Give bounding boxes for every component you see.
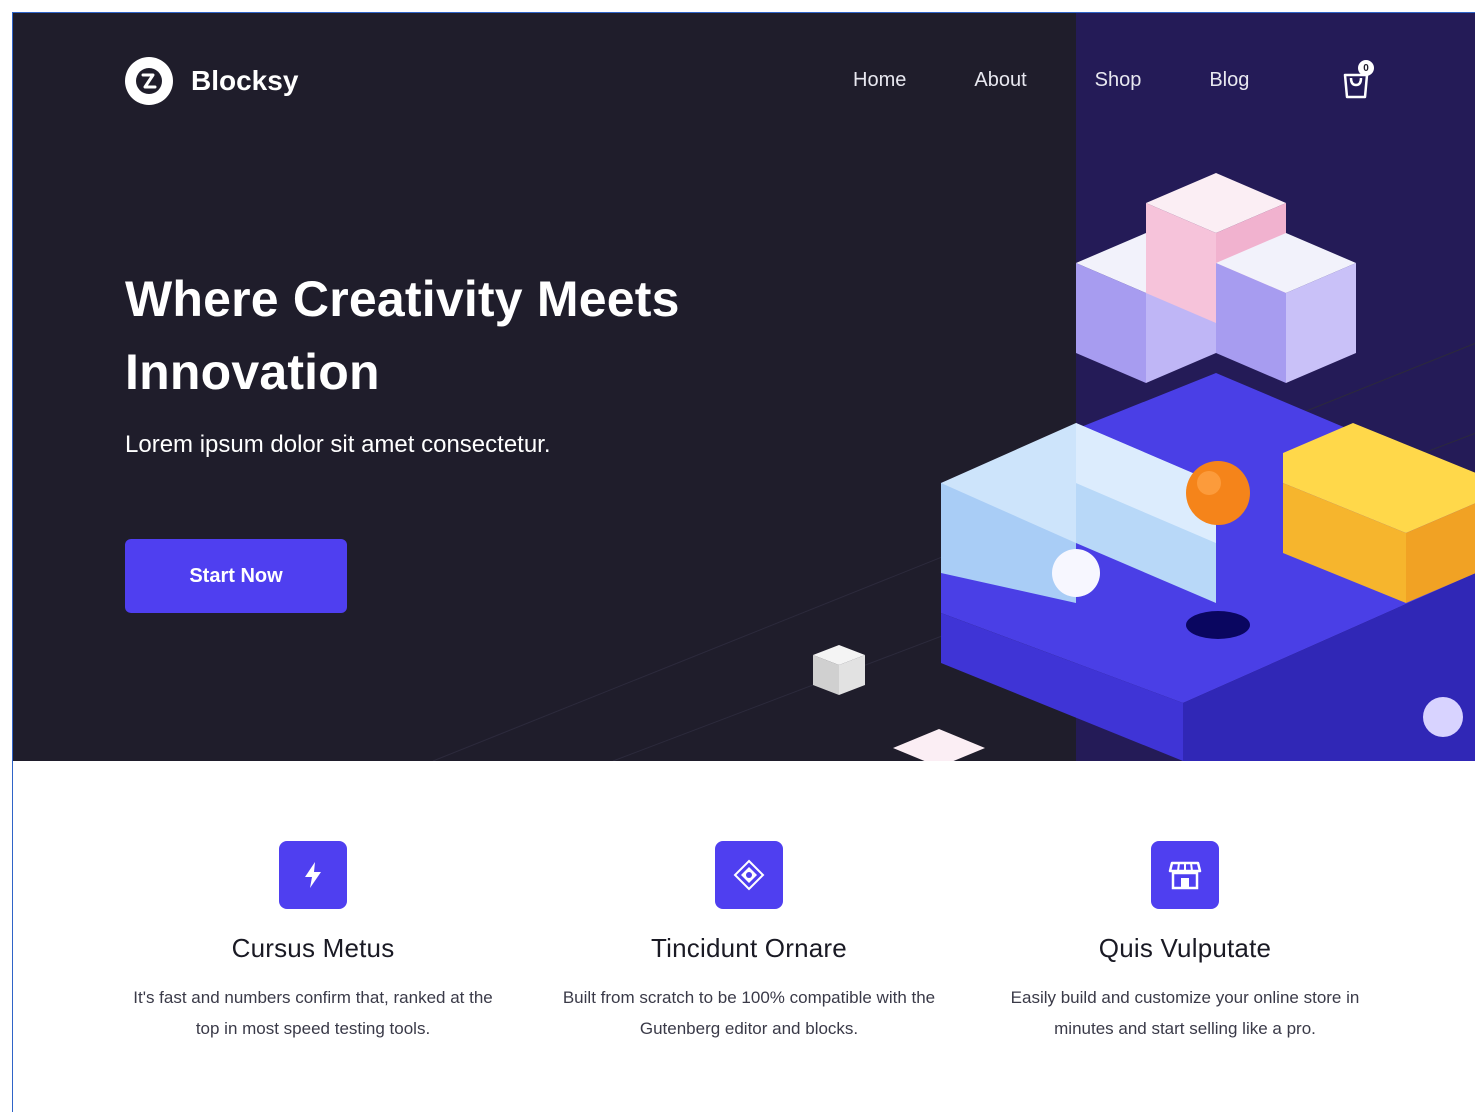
nav-item-shop[interactable]: Shop [1095,69,1142,92]
hero-section: Blocksy Home About Shop Blog 0 Where Cre… [13,13,1475,761]
nav-item-about[interactable]: About [974,69,1026,92]
cart-count-badge: 0 [1358,60,1374,76]
feature-title: Cursus Metus [231,933,395,963]
isometric-blocks-illustration [813,173,1475,761]
nav-item-blog[interactable]: Blog [1209,69,1249,92]
feature-card-1: Cursus Metus It's fast and numbers confi… [123,841,503,1044]
page-frame: Blocksy Home About Shop Blog 0 Where Cre… [12,12,1475,1112]
blocksy-logo-icon [125,57,173,105]
feature-card-3: Quis Vulputate Easily build and customiz… [995,841,1375,1044]
brand-name: Blocksy [191,65,299,96]
main-nav: Home About Shop Blog [853,69,1317,92]
start-now-button[interactable]: Start Now [125,539,347,613]
brand[interactable]: Blocksy [125,57,298,105]
feature-title: Tincidunt Ornare [651,933,847,963]
feature-text: Built from scratch to be 100% compatible… [562,988,936,1038]
nav-item-home[interactable]: Home [853,69,906,92]
storefront-icon [1151,841,1219,909]
hero-headline: Where Creativity Meets Innovation [125,271,680,400]
feature-title: Quis Vulputate [1098,933,1272,963]
hero-subline: Lorem ipsum dolor sit amet consectetur. [125,431,551,458]
feature-text: Easily build and customize your online s… [1010,988,1360,1038]
lightning-icon [279,841,347,909]
feature-text: It's fast and numbers confirm that, rank… [133,988,493,1038]
features-section: Cursus Metus It's fast and numbers confi… [13,761,1475,1112]
gutenberg-block-icon [715,841,783,909]
feature-card-2: Tincidunt Ornare Built from scratch to b… [559,841,939,1044]
